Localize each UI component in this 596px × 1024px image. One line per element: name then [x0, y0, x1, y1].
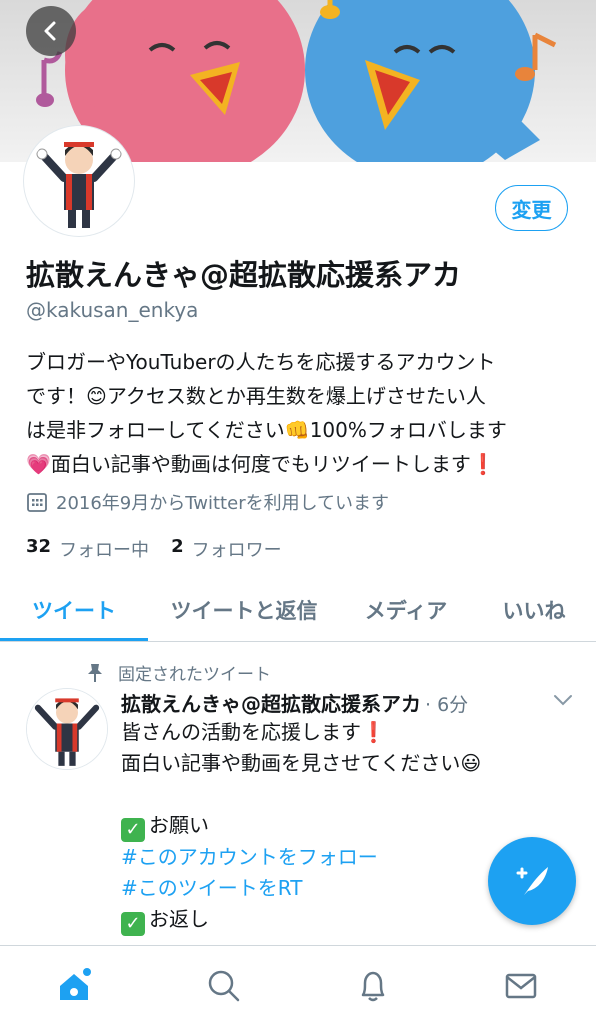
nav-notifications[interactable]	[351, 964, 395, 1008]
profile-tabs: ツイート ツイートと返信 メディア いいね	[0, 578, 596, 642]
pinned-label: 固定されたツイート	[86, 660, 271, 685]
tweet-author-name[interactable]: 拡散えんきゃ@超拡散応援系アカ	[121, 688, 421, 717]
tweet-header: 拡散えんきゃ@超拡散応援系アカ · 6分	[121, 688, 468, 717]
check-mark-icon: ✓	[121, 818, 145, 842]
following-label[interactable]: フォロー中	[59, 536, 149, 562]
tweet-return-text: お返し	[149, 907, 209, 931]
calendar-icon	[27, 493, 47, 512]
bottom-navigation	[0, 945, 596, 1024]
back-button[interactable]	[26, 6, 76, 56]
tab-tweets-replies[interactable]: ツイートと返信	[148, 578, 340, 642]
pinned-text: 固定されたツイート	[118, 665, 271, 685]
edit-profile-button[interactable]: 変更	[495, 185, 568, 231]
pin-icon	[88, 663, 102, 682]
bio-line: です！😊アクセス数とか再生数を爆上げさせたい人	[26, 384, 486, 408]
follow-stats: 32 フォロー中 2 フォロワー	[26, 536, 304, 562]
tweet-line	[121, 779, 561, 810]
tweet-line: ✓ お願い	[121, 810, 561, 842]
tab-media[interactable]: メディア	[340, 578, 472, 642]
avatar-image	[28, 130, 130, 232]
nav-search[interactable]	[202, 964, 246, 1008]
active-tab-indicator	[0, 638, 148, 641]
tweet-request-text: お願い	[149, 813, 209, 837]
tweet-avatar[interactable]	[26, 688, 108, 770]
nav-home[interactable]	[52, 964, 96, 1008]
profile-avatar[interactable]	[24, 126, 134, 236]
joined-text: 2016年9月からTwitterを利用しています	[56, 493, 390, 514]
tab-likes[interactable]: いいね	[472, 578, 596, 642]
nav-messages[interactable]	[499, 964, 543, 1008]
chevron-left-icon	[44, 21, 56, 41]
mail-icon	[505, 973, 537, 999]
following-count[interactable]: 32	[26, 536, 51, 562]
joined-date: 2016年9月からTwitterを利用しています	[26, 489, 389, 515]
check-mark-icon: ✓	[121, 912, 145, 936]
tweet-line: 面白い記事や動画を見させてください😃	[121, 751, 482, 775]
display-name: 拡散えんきゃ@超拡散応援系アカ	[26, 258, 462, 292]
followers-count[interactable]: 2	[171, 536, 184, 562]
bio-line: 💗面白い記事や動画は何度でもリツイートします❗	[26, 452, 496, 476]
compose-tweet-button[interactable]	[488, 837, 576, 925]
bio-line: は是非フォローしてください👊100%フォロバします	[26, 418, 507, 442]
search-icon	[208, 970, 240, 1002]
bio-line: ブロガーやYouTuberの人たちを応援するアカウント	[26, 350, 496, 374]
handle: @kakusan_enkya	[26, 298, 199, 322]
followers-label[interactable]: フォロワー	[192, 536, 282, 562]
tweet-timestamp: · 6分	[425, 694, 469, 716]
bell-icon	[361, 971, 385, 1002]
tab-tweets[interactable]: ツイート	[0, 578, 148, 642]
bio: ブロガーやYouTuberの人たちを応援するアカウント です！😊アクセス数とか再…	[26, 345, 574, 481]
tweet-line: ✓ お返し	[121, 904, 561, 936]
home-icon	[60, 968, 91, 1000]
chevron-down-icon	[554, 695, 572, 706]
tweet-line: 皆さんの活動を応援します❗	[121, 720, 386, 744]
compose-icon	[516, 867, 548, 895]
tweet-menu-button[interactable]	[552, 692, 574, 711]
tweet-avatar-image	[27, 689, 107, 769]
